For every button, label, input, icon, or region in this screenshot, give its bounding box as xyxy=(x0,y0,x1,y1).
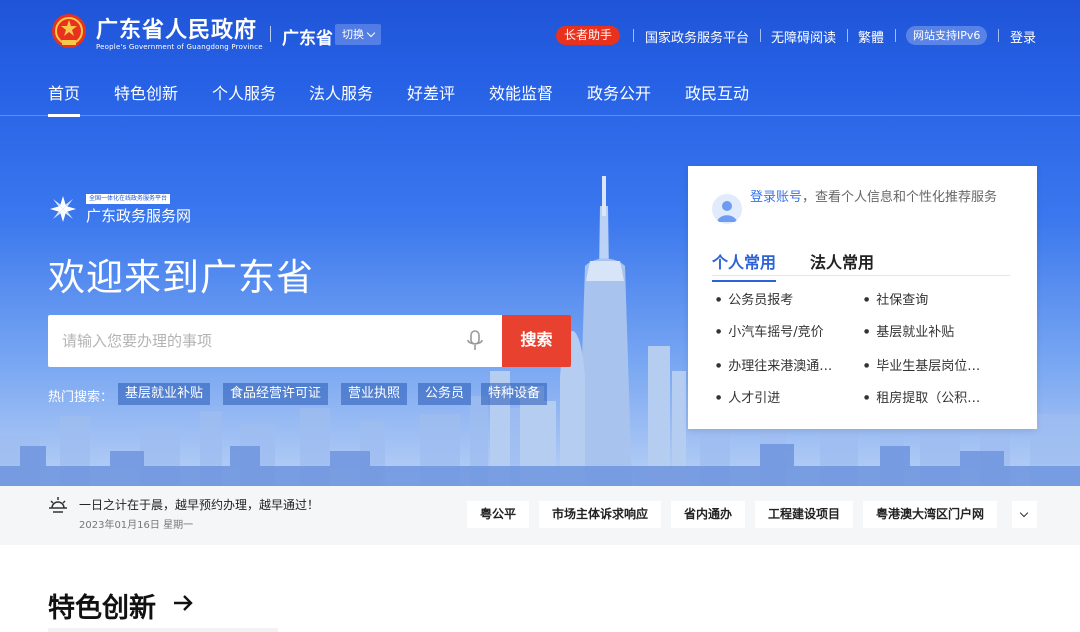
search-box xyxy=(48,315,502,367)
list-item[interactable]: 办理往来港澳通… xyxy=(716,355,832,374)
avatar[interactable] xyxy=(712,194,742,224)
hot-search-tag[interactable]: 特种设备 xyxy=(481,383,548,405)
current-province: 广东省 xyxy=(282,29,333,49)
login-account-link[interactable]: 登录账号 xyxy=(750,190,802,205)
nav-efficiency-supervision[interactable]: 效能监督 xyxy=(489,80,553,104)
tab-corporate-common[interactable]: 法人常用 xyxy=(810,249,874,273)
top-separator xyxy=(633,29,634,42)
nav-featured-innovation[interactable]: 特色创新 xyxy=(114,80,178,104)
nav-evaluation[interactable]: 好差评 xyxy=(407,80,455,104)
tab-divider xyxy=(712,275,1010,276)
national-emblem-icon[interactable] xyxy=(50,12,88,52)
user-icon xyxy=(717,201,737,222)
quick-link[interactable]: 粤公平 xyxy=(467,501,530,528)
top-separator xyxy=(895,29,896,42)
welcome-heading: 欢迎来到广东省 xyxy=(48,256,314,299)
list-item[interactable]: 基层就业补贴 xyxy=(864,321,954,340)
hot-search-tag[interactable]: 公务员 xyxy=(418,383,472,405)
login-prompt: 登录账号，查看个人信息和个性化推荐服务 xyxy=(750,188,1014,208)
login-description: ，查看个人信息和个性化推荐服务 xyxy=(802,190,998,205)
daily-slogan: 一日之计在于晨，越早预约办理，越早通过！ xyxy=(79,498,320,512)
search-input[interactable] xyxy=(62,315,452,367)
national-platform-link[interactable]: 国家政务服务平台 xyxy=(645,27,749,46)
quick-link[interactable]: 粤港澳大湾区门户网 xyxy=(863,501,998,528)
list-item[interactable]: 人才引进 xyxy=(716,387,780,406)
nav-home[interactable]: 首页 xyxy=(48,80,81,117)
nav-personal-services[interactable]: 个人服务 xyxy=(212,80,276,104)
ipv6-badge: 网站支持IPv6 xyxy=(906,26,988,45)
chevron-down-icon xyxy=(1019,508,1029,518)
title-divider xyxy=(270,26,271,42)
quick-link[interactable]: 工程建设项目 xyxy=(755,501,854,528)
province-switch-button[interactable]: 切换 xyxy=(335,24,381,45)
nav-corporate-services[interactable]: 法人服务 xyxy=(309,80,373,104)
tab-personal-common[interactable]: 个人常用 xyxy=(712,249,777,282)
sunrise-icon xyxy=(49,497,67,513)
arrow-right-icon[interactable] xyxy=(172,594,194,612)
microphone-icon[interactable] xyxy=(466,330,484,352)
top-separator xyxy=(847,29,848,42)
platform-badge: 全国一体化在线政务服务平台 xyxy=(86,194,171,204)
gov-service-logo-icon xyxy=(50,196,76,222)
search-button[interactable]: 搜索 xyxy=(502,315,571,367)
top-separator xyxy=(998,29,999,42)
top-bar: 广东省人民政府 People's Government of Guangdong… xyxy=(0,0,1080,70)
site-title-english: People's Government of Guangdong Provinc… xyxy=(96,43,263,51)
top-separator xyxy=(760,29,761,42)
quick-link[interactable]: 省内通办 xyxy=(671,501,746,528)
traditional-chinese-link[interactable]: 繁體 xyxy=(858,27,884,46)
main-nav: 首页 特色创新 个人服务 法人服务 好差评 效能监督 政务公开 政民互动 xyxy=(0,70,1080,117)
list-item[interactable]: 公务员报考 xyxy=(716,289,793,308)
hot-search-tag[interactable]: 营业执照 xyxy=(341,383,408,405)
switch-label: 切换 xyxy=(342,28,364,41)
elder-assistant-button[interactable]: 长者助手 xyxy=(556,26,621,45)
list-item[interactable]: 小汽车摇号/竞价 xyxy=(716,321,823,340)
quick-link[interactable]: 市场主体诉求响应 xyxy=(539,501,662,528)
brand-name: 广东政务服务网 xyxy=(86,207,192,225)
hot-search-tag[interactable]: 食品经营许可证 xyxy=(223,383,329,405)
login-link[interactable]: 登录 xyxy=(1010,27,1036,46)
section-underline xyxy=(48,628,278,632)
hot-search-label: 热门搜索： xyxy=(48,390,114,405)
quick-service-card: 登录账号，查看个人信息和个性化推荐服务 个人常用 法人常用 公务员报考 小汽车摇… xyxy=(688,166,1037,429)
info-strip: 一日之计在于晨，越早预约办理，越早通过！ 2023年01月16日 星期一 粤公平… xyxy=(0,486,1080,545)
list-item[interactable]: 社保查询 xyxy=(864,289,928,308)
nav-public-interaction[interactable]: 政民互动 xyxy=(685,80,749,104)
accessibility-link[interactable]: 无障碍阅读 xyxy=(771,27,836,46)
list-item[interactable]: 毕业生基层岗位… xyxy=(864,355,980,374)
list-item[interactable]: 租房提取（公积… xyxy=(864,387,980,406)
section-title[interactable]: 特色创新 xyxy=(48,586,156,625)
chevron-down-icon xyxy=(366,28,376,38)
nav-government-affairs[interactable]: 政务公开 xyxy=(587,80,651,104)
site-title[interactable]: 广东省人民政府 xyxy=(96,12,257,44)
current-date: 2023年01月16日 星期一 xyxy=(79,520,194,531)
hot-search-tag[interactable]: 基层就业补贴 xyxy=(118,383,211,405)
more-links-button[interactable] xyxy=(1012,501,1037,528)
